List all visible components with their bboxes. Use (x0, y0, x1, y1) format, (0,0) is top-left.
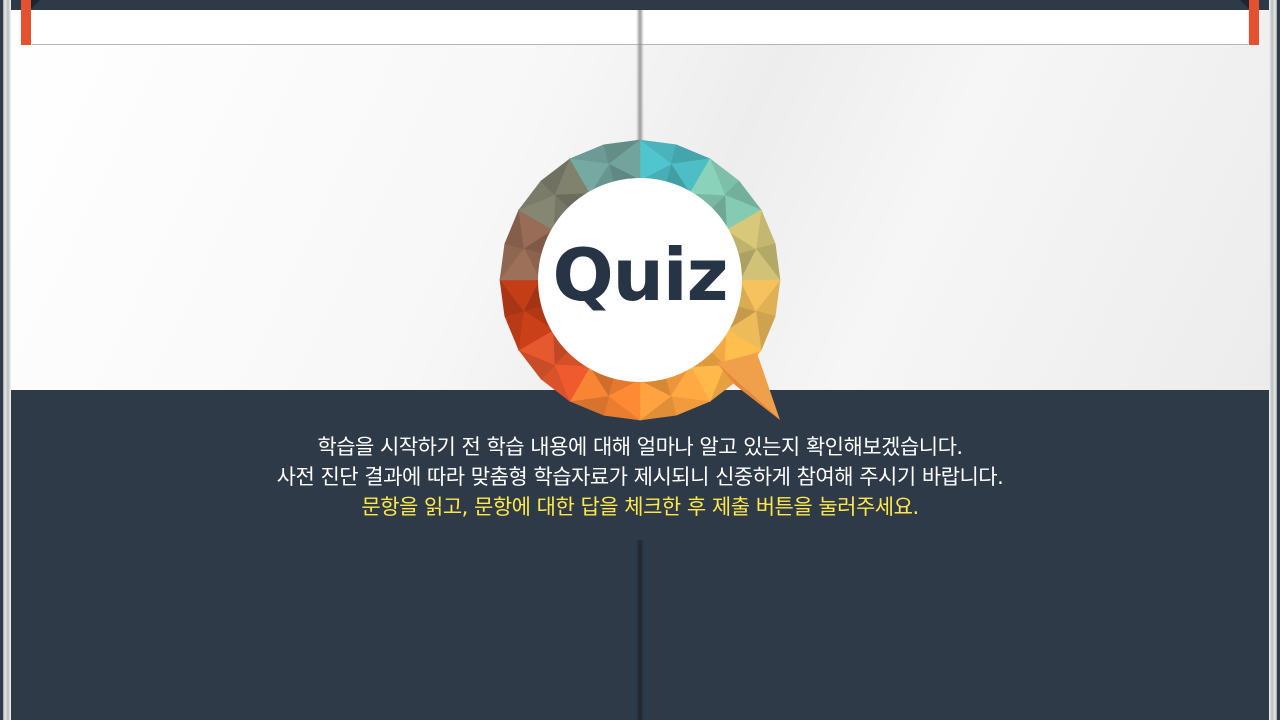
book-spine-lower (636, 540, 644, 720)
bookmark-right (1249, 0, 1259, 45)
page-corner-left (30, 0, 40, 10)
instruction-line-3-highlight: 문항을 읽고, 문항에 대한 답을 체크한 후 제출 버튼을 눌러주세요. (361, 495, 919, 519)
book-edge-right (1269, 0, 1280, 720)
quiz-logo-text: Quiz (552, 233, 728, 317)
book-edge-left (0, 0, 11, 720)
instruction-line-1: 학습을 시작하기 전 학습 내용에 대해 얼마나 알고 있는지 확인해보겠습니다… (317, 435, 963, 459)
bookmark-left (21, 0, 31, 45)
quiz-instructions: 학습을 시작하기 전 학습 내용에 대해 얼마나 알고 있는지 확인해보겠습니다… (140, 432, 1140, 522)
instruction-line-2: 사전 진단 결과에 따라 맞춤형 학습자료가 제시되니 신중하게 참여해 주시기… (276, 465, 1004, 489)
top-strip (0, 0, 1280, 10)
